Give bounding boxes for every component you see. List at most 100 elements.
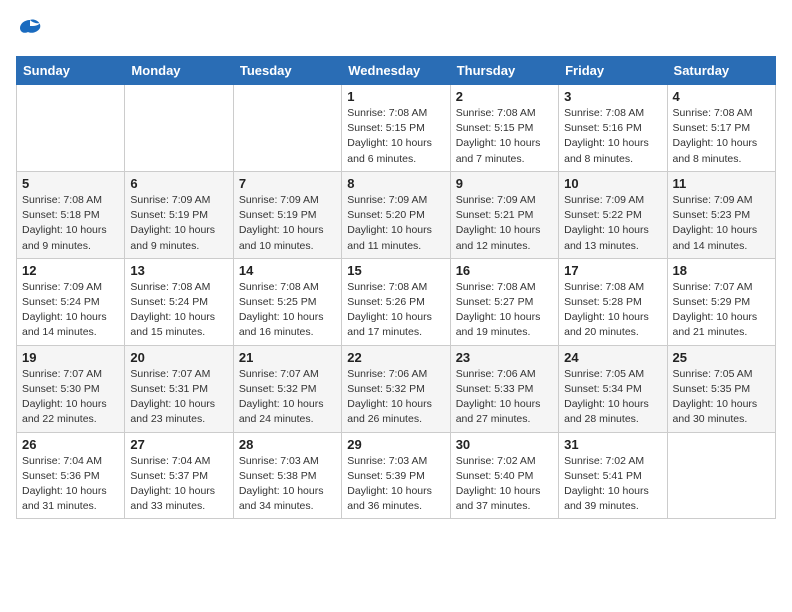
day-number: 18 bbox=[673, 263, 770, 278]
day-number: 5 bbox=[22, 176, 119, 191]
weekday-header-friday: Friday bbox=[559, 57, 667, 85]
day-number: 3 bbox=[564, 89, 661, 104]
day-number: 29 bbox=[347, 437, 444, 452]
calendar-cell bbox=[667, 432, 775, 519]
day-info: Sunrise: 7:08 AM Sunset: 5:24 PM Dayligh… bbox=[130, 280, 227, 341]
day-info: Sunrise: 7:06 AM Sunset: 5:33 PM Dayligh… bbox=[456, 367, 553, 428]
calendar-cell: 17Sunrise: 7:08 AM Sunset: 5:28 PM Dayli… bbox=[559, 258, 667, 345]
day-number: 16 bbox=[456, 263, 553, 278]
calendar-cell: 23 Sunrise: 7:06 AM Sunset: 5:33 PM Dayli… bbox=[450, 345, 558, 432]
day-number: 6 bbox=[130, 176, 227, 191]
calendar-week-row: 5 Sunrise: 7:08 AM Sunset: 5:18 PM Daylig… bbox=[17, 171, 776, 258]
calendar-cell: 29Sunrise: 7:03 AM Sunset: 5:39 PM Dayli… bbox=[342, 432, 450, 519]
calendar-cell bbox=[125, 85, 233, 172]
calendar-cell: 16 Sunrise: 7:08 AM Sunset: 5:27 PM Dayli… bbox=[450, 258, 558, 345]
calendar-cell: 26 Sunrise: 7:04 AM Sunset: 5:36 PM Dayli… bbox=[17, 432, 125, 519]
day-info: Sunrise: 7:06 AM Sunset: 5:32 PM Dayligh… bbox=[347, 367, 444, 428]
calendar-week-row: 1 Sunrise: 7:08 AM Sunset: 5:15 PM Daylig… bbox=[17, 85, 776, 172]
day-info: Sunrise: 7:04 AM Sunset: 5:37 PM Dayligh… bbox=[130, 454, 227, 515]
day-info: Sunrise: 7:08 AM Sunset: 5:17 PM Dayligh… bbox=[673, 106, 770, 167]
day-info: Sunrise: 7:07 AM Sunset: 5:31 PM Dayligh… bbox=[130, 367, 227, 428]
day-number: 21 bbox=[239, 350, 336, 365]
calendar-cell: 25Sunrise: 7:05 AM Sunset: 5:35 PM Dayli… bbox=[667, 345, 775, 432]
day-number: 30 bbox=[456, 437, 553, 452]
day-number: 31 bbox=[564, 437, 661, 452]
calendar-cell: 30 Sunrise: 7:02 AM Sunset: 5:40 PM Dayli… bbox=[450, 432, 558, 519]
day-number: 9 bbox=[456, 176, 553, 191]
calendar-table: SundayMondayTuesdayWednesdayThursdayFrid… bbox=[16, 56, 776, 519]
weekday-header-row: SundayMondayTuesdayWednesdayThursdayFrid… bbox=[17, 57, 776, 85]
day-number: 13 bbox=[130, 263, 227, 278]
day-number: 10 bbox=[564, 176, 661, 191]
calendar-cell: 1Sunrise: 7:08 AM Sunset: 5:15 PM Daylig… bbox=[342, 85, 450, 172]
day-info: Sunrise: 7:09 AM Sunset: 5:19 PM Dayligh… bbox=[130, 193, 227, 254]
day-number: 15 bbox=[347, 263, 444, 278]
calendar-cell: 7 Sunrise: 7:09 AM Sunset: 5:19 PM Daylig… bbox=[233, 171, 341, 258]
day-number: 8 bbox=[347, 176, 444, 191]
day-info: Sunrise: 7:02 AM Sunset: 5:41 PM Dayligh… bbox=[564, 454, 661, 515]
calendar-cell: 2 Sunrise: 7:08 AM Sunset: 5:15 PM Daylig… bbox=[450, 85, 558, 172]
logo bbox=[16, 16, 48, 44]
calendar-cell: 10Sunrise: 7:09 AM Sunset: 5:22 PM Dayli… bbox=[559, 171, 667, 258]
logo-bird-icon bbox=[16, 16, 44, 44]
calendar-cell: 20 Sunrise: 7:07 AM Sunset: 5:31 PM Dayli… bbox=[125, 345, 233, 432]
day-info: Sunrise: 7:08 AM Sunset: 5:25 PM Dayligh… bbox=[239, 280, 336, 341]
day-info: Sunrise: 7:07 AM Sunset: 5:30 PM Dayligh… bbox=[22, 367, 119, 428]
calendar-cell: 11 Sunrise: 7:09 AM Sunset: 5:23 PM Dayli… bbox=[667, 171, 775, 258]
weekday-header-monday: Monday bbox=[125, 57, 233, 85]
day-info: Sunrise: 7:09 AM Sunset: 5:23 PM Dayligh… bbox=[673, 193, 770, 254]
day-number: 1 bbox=[347, 89, 444, 104]
calendar-cell: 9Sunrise: 7:09 AM Sunset: 5:21 PM Daylig… bbox=[450, 171, 558, 258]
weekday-header-thursday: Thursday bbox=[450, 57, 558, 85]
day-info: Sunrise: 7:07 AM Sunset: 5:32 PM Dayligh… bbox=[239, 367, 336, 428]
day-info: Sunrise: 7:08 AM Sunset: 5:26 PM Dayligh… bbox=[347, 280, 444, 341]
day-info: Sunrise: 7:02 AM Sunset: 5:40 PM Dayligh… bbox=[456, 454, 553, 515]
weekday-header-tuesday: Tuesday bbox=[233, 57, 341, 85]
weekday-header-wednesday: Wednesday bbox=[342, 57, 450, 85]
day-number: 28 bbox=[239, 437, 336, 452]
page-header bbox=[16, 16, 776, 44]
calendar-cell: 8 Sunrise: 7:09 AM Sunset: 5:20 PM Daylig… bbox=[342, 171, 450, 258]
calendar-cell: 21 Sunrise: 7:07 AM Sunset: 5:32 PM Dayli… bbox=[233, 345, 341, 432]
calendar-cell: 5 Sunrise: 7:08 AM Sunset: 5:18 PM Daylig… bbox=[17, 171, 125, 258]
calendar-cell: 13 Sunrise: 7:08 AM Sunset: 5:24 PM Dayli… bbox=[125, 258, 233, 345]
day-number: 14 bbox=[239, 263, 336, 278]
day-number: 4 bbox=[673, 89, 770, 104]
day-number: 12 bbox=[22, 263, 119, 278]
day-number: 20 bbox=[130, 350, 227, 365]
weekday-header-sunday: Sunday bbox=[17, 57, 125, 85]
day-number: 7 bbox=[239, 176, 336, 191]
day-info: Sunrise: 7:08 AM Sunset: 5:28 PM Dayligh… bbox=[564, 280, 661, 341]
day-info: Sunrise: 7:08 AM Sunset: 5:15 PM Dayligh… bbox=[456, 106, 553, 167]
day-number: 11 bbox=[673, 176, 770, 191]
calendar-week-row: 19 Sunrise: 7:07 AM Sunset: 5:30 PM Dayli… bbox=[17, 345, 776, 432]
day-info: Sunrise: 7:05 AM Sunset: 5:34 PM Dayligh… bbox=[564, 367, 661, 428]
day-number: 22 bbox=[347, 350, 444, 365]
day-info: Sunrise: 7:09 AM Sunset: 5:24 PM Dayligh… bbox=[22, 280, 119, 341]
calendar-cell: 18Sunrise: 7:07 AM Sunset: 5:29 PM Dayli… bbox=[667, 258, 775, 345]
day-number: 2 bbox=[456, 89, 553, 104]
calendar-week-row: 26 Sunrise: 7:04 AM Sunset: 5:36 PM Dayli… bbox=[17, 432, 776, 519]
calendar-cell: 28Sunrise: 7:03 AM Sunset: 5:38 PM Dayli… bbox=[233, 432, 341, 519]
day-info: Sunrise: 7:04 AM Sunset: 5:36 PM Dayligh… bbox=[22, 454, 119, 515]
day-info: Sunrise: 7:08 AM Sunset: 5:27 PM Dayligh… bbox=[456, 280, 553, 341]
calendar-cell: 6 Sunrise: 7:09 AM Sunset: 5:19 PM Daylig… bbox=[125, 171, 233, 258]
calendar-cell: 14 Sunrise: 7:08 AM Sunset: 5:25 PM Dayli… bbox=[233, 258, 341, 345]
calendar-cell bbox=[233, 85, 341, 172]
day-info: Sunrise: 7:08 AM Sunset: 5:18 PM Dayligh… bbox=[22, 193, 119, 254]
day-number: 23 bbox=[456, 350, 553, 365]
calendar-cell: 24 Sunrise: 7:05 AM Sunset: 5:34 PM Dayli… bbox=[559, 345, 667, 432]
day-info: Sunrise: 7:05 AM Sunset: 5:35 PM Dayligh… bbox=[673, 367, 770, 428]
day-number: 26 bbox=[22, 437, 119, 452]
calendar-cell: 4 Sunrise: 7:08 AM Sunset: 5:17 PM Daylig… bbox=[667, 85, 775, 172]
day-info: Sunrise: 7:09 AM Sunset: 5:20 PM Dayligh… bbox=[347, 193, 444, 254]
day-info: Sunrise: 7:09 AM Sunset: 5:19 PM Dayligh… bbox=[239, 193, 336, 254]
day-number: 19 bbox=[22, 350, 119, 365]
calendar-week-row: 12 Sunrise: 7:09 AM Sunset: 5:24 PM Dayli… bbox=[17, 258, 776, 345]
calendar-cell: 3Sunrise: 7:08 AM Sunset: 5:16 PM Daylig… bbox=[559, 85, 667, 172]
calendar-cell: 19 Sunrise: 7:07 AM Sunset: 5:30 PM Dayli… bbox=[17, 345, 125, 432]
day-number: 24 bbox=[564, 350, 661, 365]
calendar-cell bbox=[17, 85, 125, 172]
calendar-cell: 31 Sunrise: 7:02 AM Sunset: 5:41 PM Dayli… bbox=[559, 432, 667, 519]
calendar-cell: 22 Sunrise: 7:06 AM Sunset: 5:32 PM Dayli… bbox=[342, 345, 450, 432]
